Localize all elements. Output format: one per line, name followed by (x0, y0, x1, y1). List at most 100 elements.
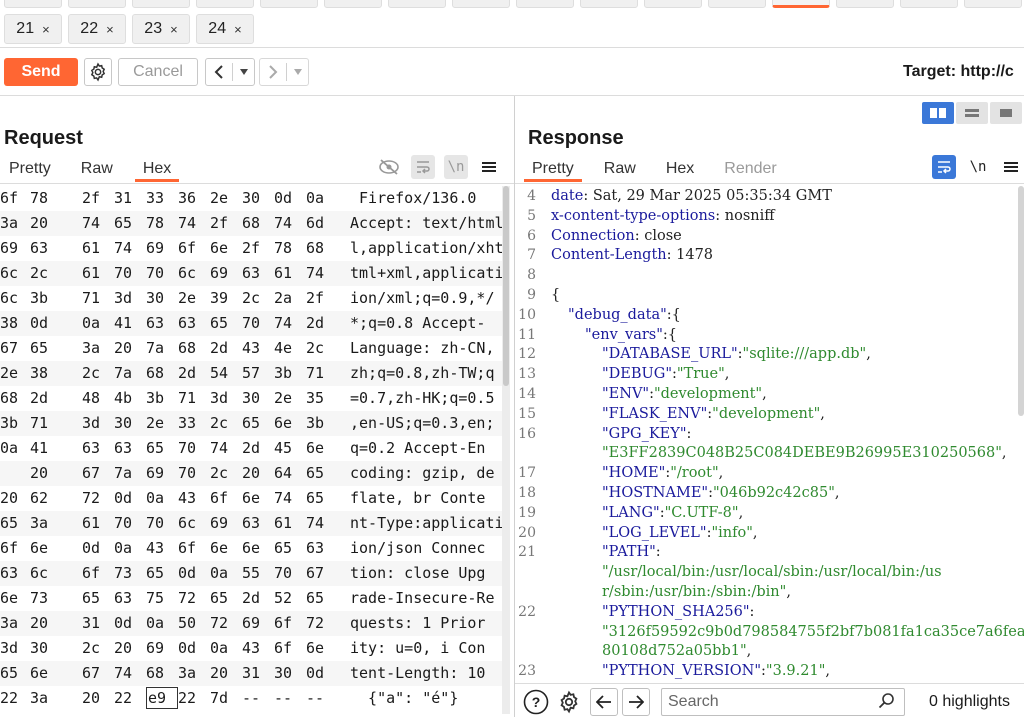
hex-byte[interactable]: 72 (210, 611, 242, 636)
hex-byte[interactable]: 73 (114, 561, 146, 586)
request-tab[interactable]: 15 (900, 0, 958, 8)
hex-byte[interactable]: 2a (274, 286, 306, 311)
hex-byte[interactable]: 6e (30, 661, 62, 686)
request-tab[interactable]: 2 (68, 0, 126, 8)
hex-byte[interactable]: 3a (0, 611, 32, 636)
hex-byte[interactable]: 6f (178, 236, 210, 261)
hex-byte[interactable]: 0a (146, 611, 178, 636)
hex-byte[interactable]: 6f (210, 486, 242, 511)
hex-byte[interactable]: 2d (242, 436, 274, 461)
hex-byte[interactable]: 69 (210, 261, 242, 286)
hex-editor[interactable]: 6f 78 2f 31 33 36 2e 30 0d 0a Firefox/136.0 3a 20 74… (0, 186, 505, 714)
hex-byte[interactable]: 20 (0, 486, 32, 511)
hex-byte[interactable]: 65 (0, 661, 32, 686)
tab-raw[interactable]: Raw (596, 158, 644, 182)
hex-byte[interactable]: 74 (306, 261, 338, 286)
hex-byte[interactable]: 63 (114, 436, 146, 461)
hex-byte[interactable]: 3d (0, 636, 32, 661)
menu-icon[interactable] (478, 155, 500, 179)
hex-byte[interactable]: 2d (210, 336, 242, 361)
hex-byte[interactable]: 6d (306, 211, 338, 236)
request-tab[interactable]: 11 (644, 0, 702, 8)
hex-byte[interactable]: 3b (306, 411, 338, 436)
hex-byte[interactable]: 43 (178, 486, 210, 511)
hex-byte[interactable]: 68 (178, 336, 210, 361)
hex-byte[interactable]: 71 (30, 411, 62, 436)
hex-byte[interactable]: 64 (274, 461, 306, 486)
request-tab[interactable]: 24 × (196, 14, 254, 44)
hex-byte[interactable]: 75 (146, 586, 178, 611)
hex-byte[interactable]: 2e (0, 361, 32, 386)
settings-gear-icon[interactable] (555, 688, 583, 716)
hex-byte[interactable]: 43 (242, 636, 274, 661)
hex-byte[interactable]: 78 (146, 211, 178, 236)
hex-ascii[interactable]: nt-Type:applicati (350, 511, 502, 536)
hex-ascii[interactable]: tent-Length: 10 (350, 661, 502, 686)
hex-byte[interactable]: 61 (82, 261, 114, 286)
hex-byte[interactable]: 0a (82, 311, 114, 336)
search-input[interactable] (661, 688, 905, 716)
hex-byte[interactable]: 69 (210, 511, 242, 536)
help-icon[interactable]: ? (522, 688, 550, 716)
hex-byte[interactable]: 69 (146, 236, 178, 261)
hex-byte[interactable]: 7a (114, 461, 146, 486)
close-icon[interactable]: × (42, 22, 50, 37)
request-tab[interactable]: 10 (580, 0, 638, 8)
hex-ascii[interactable]: =0.7,zh-HK;q=0.5 (350, 386, 502, 411)
hex-byte[interactable]: 65 (242, 411, 274, 436)
tab-hex[interactable]: Hex (134, 158, 180, 182)
hex-ascii[interactable]: Language: zh-CN, (350, 336, 502, 361)
hex-byte[interactable]: 6c (0, 286, 32, 311)
hex-byte[interactable]: 65 (306, 586, 338, 611)
hex-byte[interactable]: 57 (242, 361, 274, 386)
hex-byte[interactable]: 38 (0, 311, 32, 336)
hex-byte[interactable]: 63 (306, 536, 338, 561)
hex-byte[interactable]: 3a (0, 211, 32, 236)
hex-ascii[interactable]: *;q=0.8 Accept- (350, 311, 502, 336)
hex-ascii[interactable]: {"a": "é"} (350, 686, 502, 711)
hex-byte[interactable]: 70 (114, 261, 146, 286)
search-icon[interactable] (878, 692, 896, 715)
back-arrow-icon[interactable] (590, 688, 618, 716)
hex-byte[interactable]: 31 (114, 186, 146, 211)
hex-byte[interactable]: 74 (274, 311, 306, 336)
newline-icon[interactable]: \n (444, 155, 468, 179)
hex-byte[interactable]: 2e (210, 186, 242, 211)
tab-hex[interactable]: Hex (658, 158, 702, 182)
request-tab[interactable]: 22 × (68, 14, 126, 44)
dropdown-caret-icon[interactable] (232, 63, 254, 81)
hex-byte[interactable]: 54 (210, 361, 242, 386)
hex-byte[interactable]: 20 (114, 336, 146, 361)
hex-byte[interactable]: 61 (82, 236, 114, 261)
hex-byte[interactable]: 35 (306, 386, 338, 411)
hex-byte[interactable]: 6e (306, 436, 338, 461)
hex-byte[interactable]: 30 (146, 286, 178, 311)
hex-byte[interactable]: 0d (178, 561, 210, 586)
hex-byte[interactable]: 6c (178, 511, 210, 536)
hex-ascii[interactable]: Accept: text/html (350, 211, 502, 236)
request-tab[interactable]: 8 (452, 0, 510, 8)
request-tab[interactable]: 23 × (132, 14, 190, 44)
request-tab[interactable]: 5 (260, 0, 318, 8)
hex-byte[interactable]: 7a (146, 336, 178, 361)
hex-ascii[interactable]: tml+xml,applicati (350, 261, 502, 286)
hex-byte[interactable]: -- (306, 686, 338, 711)
hex-byte[interactable]: 65 (30, 336, 62, 361)
hex-byte[interactable]: 6e (242, 486, 274, 511)
hex-ascii[interactable]: coding: gzip, de (350, 461, 502, 486)
response-scrollbar[interactable] (1018, 186, 1024, 416)
hex-byte[interactable]: 2c (82, 636, 114, 661)
hex-byte[interactable]: 65 (210, 311, 242, 336)
hex-byte[interactable]: 62 (30, 486, 62, 511)
hex-byte[interactable]: 63 (30, 236, 62, 261)
hex-byte[interactable]: 0d (178, 636, 210, 661)
hex-byte[interactable]: 72 (306, 611, 338, 636)
hex-byte[interactable]: 67 (82, 661, 114, 686)
response-body[interactable]: 4 date: Sat, 29 Mar 2025 05:35:34 GMT 5 x-c… (516, 186, 1024, 682)
hex-byte[interactable]: 2c (30, 261, 62, 286)
hex-byte[interactable]: 6e (242, 536, 274, 561)
hex-byte[interactable]: 65 (82, 586, 114, 611)
hex-byte[interactable]: 2f (210, 211, 242, 236)
hex-byte[interactable]: 70 (178, 436, 210, 461)
hex-byte[interactable]: 7a (114, 361, 146, 386)
